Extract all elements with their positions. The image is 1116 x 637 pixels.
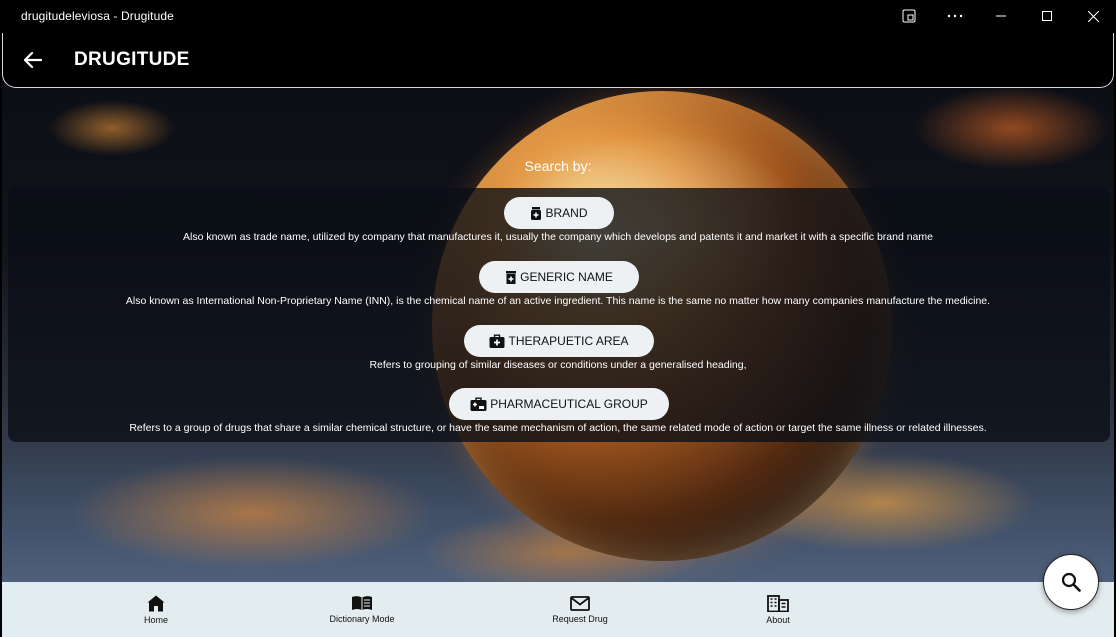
app-window: drugitudeleviosa - Drugitude DRUGITUDE S… <box>0 0 1116 637</box>
close-button[interactable] <box>1070 0 1116 32</box>
nav-dictionary-mode-label: Dictionary Mode <box>329 614 395 624</box>
maximize-button[interactable] <box>1024 0 1070 32</box>
generic-name-description: Also known as International Non-Propriet… <box>125 295 991 307</box>
window-controls <box>886 0 1116 32</box>
more-options-button[interactable] <box>932 0 978 32</box>
window-titlebar: drugitudeleviosa - Drugitude <box>0 0 1116 32</box>
medical-bag-icon <box>489 334 505 348</box>
cast-icon <box>902 9 916 23</box>
brand-button[interactable]: BRAND <box>504 197 614 229</box>
window-title: drugitudeleviosa - Drugitude <box>21 9 174 23</box>
nav-dictionary-mode[interactable]: Dictionary Mode <box>292 582 432 637</box>
home-icon <box>147 595 165 611</box>
therapeutic-area-button[interactable]: THERAPUETIC AREA <box>464 325 654 357</box>
pharmaceutical-group-button[interactable]: PHARMACEUTICAL GROUP <box>449 388 669 420</box>
generic-name-button-label: GENERIC NAME <box>520 270 613 284</box>
minimize-icon <box>996 15 1006 17</box>
mail-icon <box>570 595 590 611</box>
nav-request-drug[interactable]: Request Drug <box>510 582 650 637</box>
bottom-navigation: Home Dictionary Mode Request Drug About <box>2 582 1114 637</box>
maximize-icon <box>1042 11 1052 21</box>
nav-home[interactable]: Home <box>86 582 226 637</box>
pharmaceutical-group-description: Refers to a group of drugs that share a … <box>129 422 987 434</box>
close-icon <box>1087 10 1099 22</box>
page-title: DRUGITUDE <box>74 49 190 70</box>
arrow-left-icon <box>24 52 42 68</box>
medical-kit-icon <box>470 397 487 411</box>
minimize-button[interactable] <box>978 0 1024 32</box>
generic-name-button[interactable]: GENERIC NAME <box>479 261 639 293</box>
back-button[interactable] <box>13 40 53 80</box>
book-icon <box>352 596 372 610</box>
search-by-heading: Search by: <box>524 158 592 174</box>
nav-about[interactable]: About <box>708 582 848 637</box>
nav-about-label: About <box>766 614 790 625</box>
app-header: DRUGITUDE <box>2 33 1114 88</box>
nav-request-drug-label: Request Drug <box>552 613 608 624</box>
cast-button[interactable] <box>886 0 932 32</box>
search-icon <box>1061 572 1081 592</box>
medicine-box-icon <box>505 270 517 284</box>
brand-description: Also known as trade name, utilized by co… <box>183 231 933 243</box>
therapeutic-area-description: Refers to grouping of similar diseases o… <box>369 359 747 371</box>
search-fab[interactable] <box>1043 554 1099 610</box>
therapeutic-area-button-label: THERAPUETIC AREA <box>508 334 629 348</box>
more-icon <box>947 14 963 18</box>
nav-home-label: Home <box>143 614 168 625</box>
building-icon <box>767 594 789 612</box>
medicine-bottle-icon <box>530 206 542 220</box>
brand-button-label: BRAND <box>545 206 588 220</box>
pharmaceutical-group-button-label: PHARMACEUTICAL GROUP <box>490 397 648 411</box>
